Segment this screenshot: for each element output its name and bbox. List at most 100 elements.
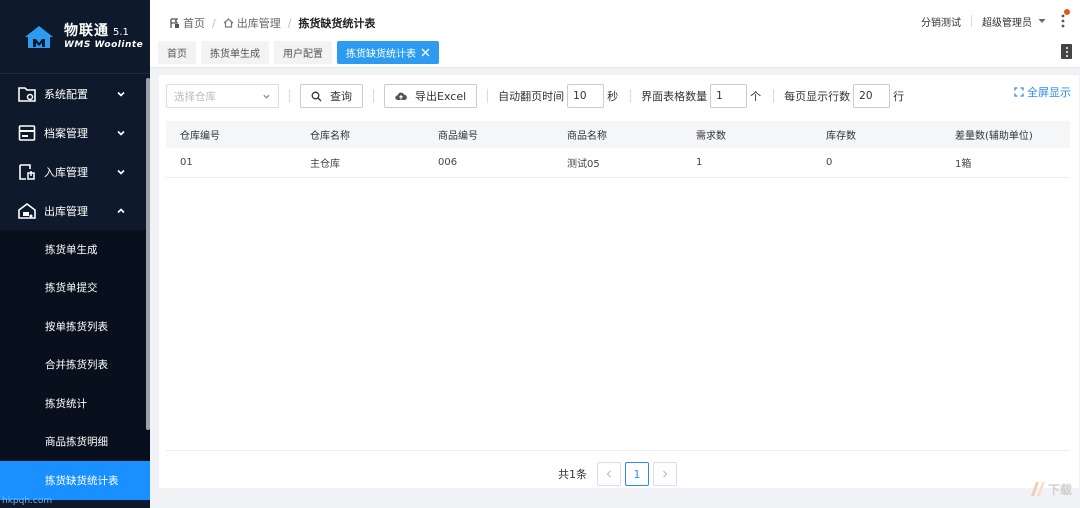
sidebar-subitem-pick-shortage-report[interactable]: 拣货缺货统计表	[0, 461, 150, 500]
app-root: 物联通 5.1 WMS Woolinte 系统配置 档案管理 入库管理 出库管理…	[0, 0, 1080, 508]
outbound-truck-icon	[18, 202, 36, 219]
tab-home[interactable]: 首页	[158, 41, 196, 64]
user-area: 分销测试 超级管理员	[921, 9, 1070, 29]
logo-version: 5.1	[113, 26, 129, 38]
export-button-label: 导出Excel	[415, 90, 467, 103]
inbound-icon	[19, 163, 35, 180]
watermark-right-label: 下载	[1047, 482, 1072, 497]
breadcrumb-separator: /	[212, 16, 216, 30]
column-header[interactable]: 差量数(辅助单位)	[941, 127, 1070, 142]
rows-per-page-unit: 行	[893, 90, 905, 103]
close-icon[interactable]	[421, 48, 430, 57]
logo: 物联通 5.1 WMS Woolinte	[0, 0, 150, 74]
chevron-left-icon	[606, 470, 611, 478]
sidebar-item-archive[interactable]: 档案管理	[0, 113, 150, 152]
sidebar-subitem-pick-submit[interactable]: 拣货单提交	[0, 268, 150, 307]
sidebar-item-system-config[interactable]: 系统配置	[0, 74, 150, 113]
chevron-up-icon	[117, 207, 125, 213]
pagination: 共1条 1	[558, 462, 681, 486]
user-role[interactable]: 超级管理员	[982, 14, 1032, 29]
sidebar-scrollbar[interactable]	[146, 78, 150, 430]
table-cell: 1箱	[955, 159, 972, 170]
warehouse-select-placeholder: 选择仓库	[174, 90, 216, 103]
breadcrumb-current: 拣货缺货统计表	[298, 17, 376, 30]
expand-icon	[1014, 87, 1024, 97]
column-header[interactable]: 仓库名称	[296, 127, 424, 142]
sidebar-item-outbound[interactable]: 出库管理	[0, 191, 150, 230]
rows-per-page-label: 每页显示行数	[784, 90, 851, 103]
next-page-button[interactable]	[653, 462, 677, 486]
warehouse-select[interactable]: 选择仓库	[166, 84, 279, 108]
column-header[interactable]: 商品编号	[424, 127, 553, 142]
chevron-down-icon	[263, 94, 270, 99]
logo-name: 物联通	[64, 22, 109, 39]
watermark-left: hkpqh.com	[2, 496, 53, 506]
divider	[487, 89, 489, 103]
logo-text: 物联通 5.1 WMS Woolinte	[64, 23, 143, 51]
column-header[interactable]: 仓库编号	[166, 127, 296, 142]
table-count-input[interactable]: 1	[710, 84, 748, 108]
sidebar-subitem-order-pick-list[interactable]: 按单拣货列表	[0, 307, 150, 346]
search-icon	[311, 91, 322, 101]
sidebar-item-inbound[interactable]: 入库管理	[0, 152, 150, 191]
table-count-label: 界面表格数量	[641, 90, 708, 103]
top-header: 首页 / 出库管理 / 拣货缺货统计表 分销测试 超级管理员 首页 拣货单生成 …	[150, 0, 1080, 68]
tab-label: 拣货缺货统计表	[346, 49, 416, 60]
export-excel-button[interactable]: 导出Excel	[384, 84, 478, 108]
caret-down-icon[interactable]	[1038, 17, 1046, 25]
home-icon	[223, 18, 234, 28]
rows-per-page-input[interactable]: 20	[853, 84, 891, 108]
table-cell: 测试05	[567, 159, 600, 170]
query-button-label: 查询	[330, 90, 352, 103]
watermark-logo-icon	[1030, 482, 1045, 496]
chevron-down-icon	[117, 169, 125, 175]
chevron-down-icon	[117, 91, 125, 97]
column-header[interactable]: 库存数	[812, 127, 941, 142]
query-button[interactable]: 查询	[300, 84, 363, 108]
breadcrumb-home[interactable]: 首页	[170, 15, 205, 31]
chevron-right-icon	[663, 470, 668, 478]
breadcrumb-section[interactable]: 出库管理	[223, 15, 281, 31]
column-header[interactable]: 商品名称	[553, 127, 682, 142]
sidebar-item-label: 出库管理	[44, 204, 88, 218]
store-name[interactable]: 分销测试	[921, 14, 961, 29]
sidebar-subitem-pick-stats[interactable]: 拣货统计	[0, 384, 150, 423]
sidebar: 物联通 5.1 WMS Woolinte 系统配置 档案管理 入库管理 出库管理…	[0, 0, 150, 508]
prev-page-button[interactable]	[597, 462, 621, 486]
sidebar-subitem-pick-generate[interactable]: 拣货单生成	[0, 230, 150, 269]
tab-pick-shortage-report[interactable]: 拣货缺货统计表	[337, 41, 439, 64]
sidebar-item-label: 入库管理	[44, 165, 88, 179]
tab-user-config[interactable]: 用户配置	[274, 41, 332, 64]
chevron-down-icon	[117, 130, 125, 136]
divider	[630, 89, 632, 103]
fullscreen-button[interactable]: 全屏显示	[1014, 84, 1071, 100]
divider	[971, 15, 972, 27]
sidebar-item-label: 系统配置	[44, 87, 88, 101]
table-cell: 006	[438, 157, 458, 168]
table-cell: 1	[696, 157, 703, 168]
tab-bar: 首页 拣货单生成 用户配置 拣货缺货统计表	[158, 41, 444, 64]
tab-pick-generate[interactable]: 拣货单生成	[201, 41, 269, 64]
divider	[289, 89, 290, 103]
page-button-current[interactable]: 1	[625, 462, 649, 486]
shortage-table: 仓库编号 仓库名称 商品编号 商品名称 需求数 库存数 差量数(辅助单位) 01…	[166, 121, 1070, 178]
divider	[166, 450, 1070, 451]
table-row[interactable]: 01 主仓库 006 测试05 1 0 1箱	[166, 148, 1070, 178]
home-flag-icon	[170, 17, 179, 28]
archive-icon	[18, 124, 36, 141]
logo-house-icon	[25, 25, 53, 48]
main-content: 选择仓库 查询 导出Excel 自动翻页时间 10 秒 界面表格数量 1 个 每…	[159, 75, 1079, 488]
cloud-upload-icon	[395, 92, 407, 100]
logo-subtitle: WMS Woolinte	[64, 39, 144, 50]
column-header[interactable]: 需求数	[682, 127, 812, 142]
sidebar-subitem-goods-pick-detail[interactable]: 商品拣货明细	[0, 422, 150, 461]
auto-page-input[interactable]: 10	[567, 84, 605, 108]
tab-more-button[interactable]	[1061, 44, 1072, 59]
kebab-icon	[1061, 14, 1065, 28]
pagination-total: 共1条	[558, 468, 587, 481]
breadcrumb-separator: /	[287, 16, 292, 30]
sidebar-subitem-merge-pick-list[interactable]: 合并拣货列表	[0, 345, 150, 384]
table-cell: 01	[180, 157, 193, 168]
divider	[373, 89, 374, 103]
more-menu-button[interactable]	[1058, 9, 1070, 29]
